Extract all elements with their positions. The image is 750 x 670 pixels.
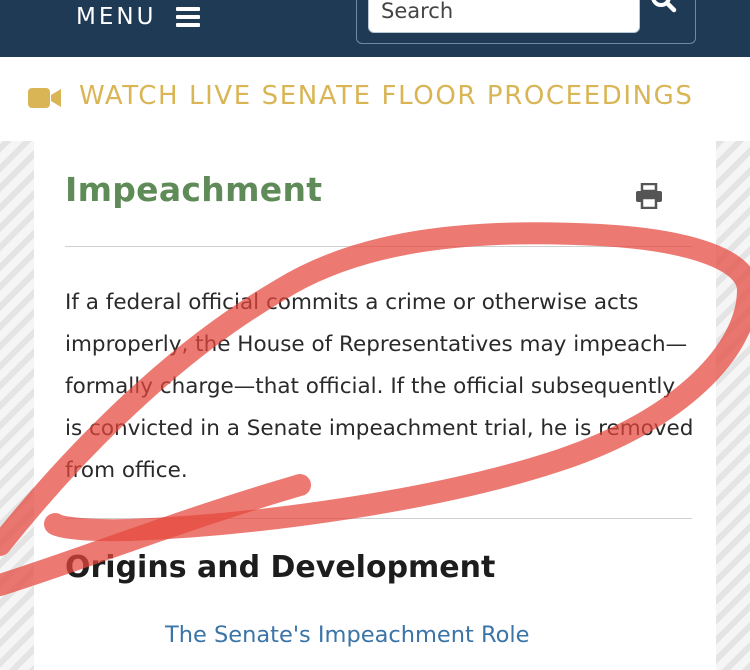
divider [65, 518, 692, 519]
hamburger-icon [176, 7, 201, 27]
search-input[interactable] [368, 0, 640, 33]
page-title: Impeachment [65, 170, 323, 209]
video-camera-icon [28, 88, 61, 108]
menu-label: MENU [76, 4, 157, 30]
search-icon[interactable] [649, 0, 679, 17]
search-box [356, 0, 696, 44]
senate-impeachment-role-link[interactable]: The Senate's Impeachment Role [165, 622, 529, 648]
menu-button[interactable]: MENU [76, 2, 201, 32]
watch-live-link[interactable]: WATCH LIVE SENATE FLOOR PROCEEDINGS [79, 81, 694, 111]
top-navigation-bar: MENU [0, 0, 750, 57]
section-heading: Origins and Development [65, 550, 496, 585]
intro-paragraph: If a federal official commits a crime or… [65, 290, 694, 483]
divider [65, 246, 692, 247]
print-icon[interactable] [635, 183, 663, 209]
live-proceedings-banner: WATCH LIVE SENATE FLOOR PROCEEDINGS [0, 57, 750, 141]
